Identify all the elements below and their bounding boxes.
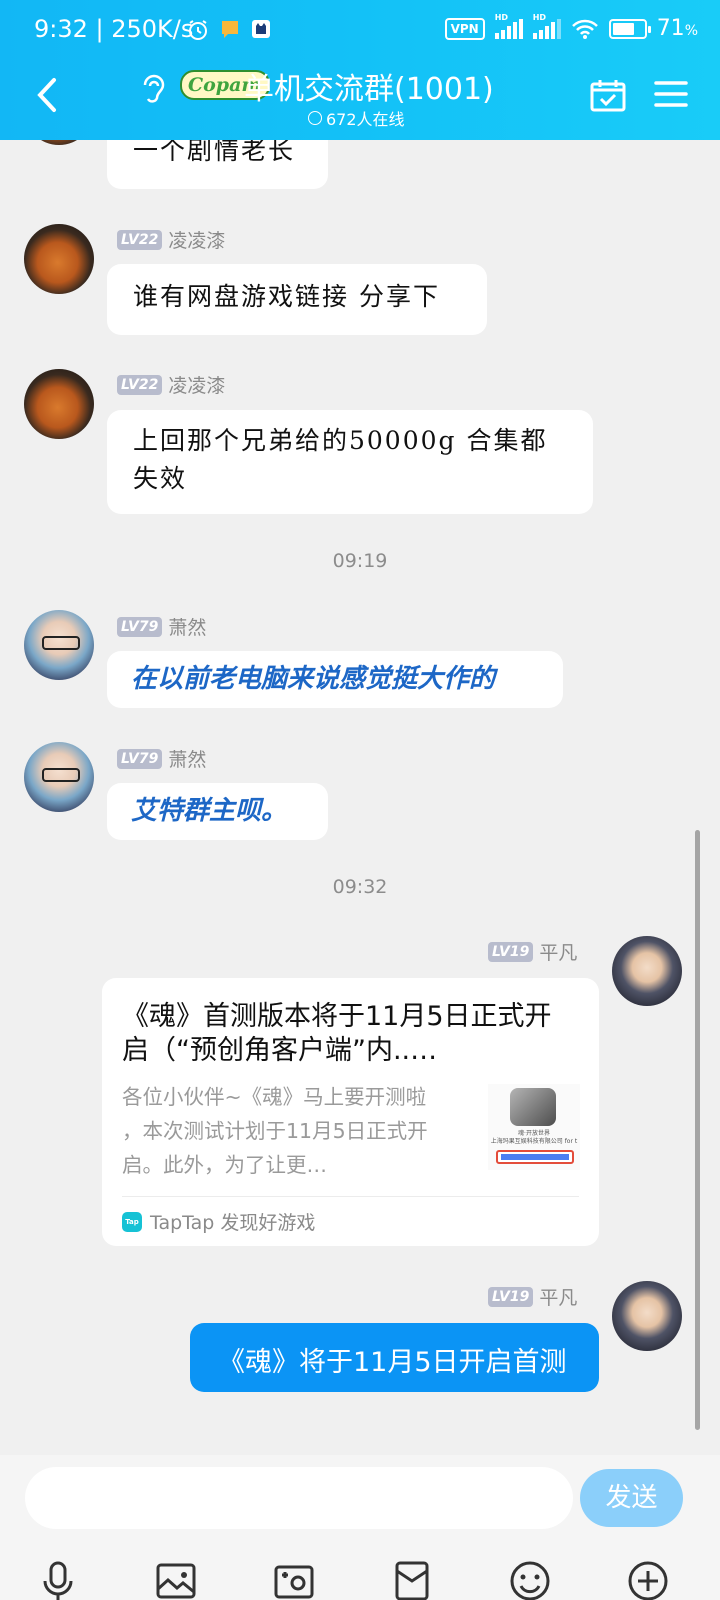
calendar-check-icon[interactable] [590, 78, 626, 112]
sender-name: 凌凌漆 [168, 230, 226, 252]
menu-icon[interactable] [654, 80, 688, 108]
image-icon[interactable] [154, 1559, 198, 1600]
message-list[interactable]: 一个剧情老长 LV22 凌凌漆 谁有网盘游戏链接 分享下 LV22 凌凌漆 上回… [0, 140, 720, 1455]
sender-name: 凌凌漆 [168, 375, 226, 397]
vpn-badge: VPN [444, 17, 485, 40]
status-right: VPN HD HD 71% [444, 13, 698, 41]
sender-info: LV22 凌凌漆 [117, 226, 225, 253]
taptap-icon: Tap [122, 1211, 142, 1232]
wifi-icon [571, 19, 598, 39]
card-thumbnail: 魂·开放世界 上海玛果互娱科技有限公司 for t [488, 1084, 580, 1170]
battery-icon [608, 18, 651, 39]
avatar[interactable] [24, 369, 94, 439]
message-bubble[interactable]: 谁有网盘游戏链接 分享下 [107, 264, 487, 335]
chat-header: 9:32 | 250K/s VPN HD HD 71% Copam 单机交流群(… [0, 0, 720, 140]
online-count: 672人在线 [308, 106, 405, 130]
message-bubble[interactable]: 艾特群主呗。 [107, 783, 328, 840]
signal-icon: HD [494, 13, 523, 39]
message-bubble[interactable]: 上回那个兄弟给的50000g 合集都 失效 [107, 410, 593, 514]
input-toolbar [0, 1507, 720, 1600]
back-icon[interactable] [30, 76, 64, 114]
sender-info: LV22 凌凌漆 [117, 371, 225, 398]
level-badge: LV19 [488, 1286, 534, 1307]
self-avatar[interactable] [612, 1281, 682, 1351]
card-description: 各位小伙伴~《魂》马上要开测啦 ，本次测试计划于11月5日正式开 启。此外，为了… [122, 1085, 428, 1177]
ear-icon [143, 74, 165, 103]
scrollbar[interactable] [695, 830, 700, 1430]
avatar[interactable] [24, 742, 94, 812]
level-badge: LV22 [117, 374, 163, 395]
sender-info: LV79 萧然 [117, 745, 206, 772]
sender-name: 平凡 [539, 942, 578, 964]
link-share-card[interactable]: 《魂》首测版本将于11月5日正式开 启（“预创角客户端”内..… 各位小伙伴~《… [102, 978, 599, 1246]
chat-title-area[interactable]: Copam 单机交流群(1001) 672人在线 [140, 64, 580, 134]
app-notification-icon [252, 20, 270, 38]
timestamp: 09:32 [332, 876, 388, 898]
red-packet-icon[interactable] [390, 1559, 434, 1600]
status-notification-icons [186, 18, 272, 42]
battery-percent: 71% [656, 16, 698, 41]
timestamp: 09:19 [332, 550, 388, 572]
avatar[interactable] [24, 140, 94, 145]
message-bubble[interactable]: 一个剧情老长 [107, 140, 328, 189]
status-bar: 9:32 | 250K/s VPN HD HD 71% [0, 0, 720, 62]
sender-info: LV79 萧然 [117, 613, 206, 640]
alarm-icon [189, 20, 207, 40]
camera-icon[interactable] [272, 1559, 316, 1600]
self-message-bubble[interactable]: 《魂》将于11月5日开启首测 [190, 1323, 599, 1392]
input-bar: 发送 [0, 1455, 720, 1600]
online-check-icon [308, 111, 322, 125]
mic-icon[interactable] [36, 1559, 80, 1600]
sender-name: 萧然 [168, 749, 207, 771]
avatar[interactable] [24, 224, 94, 294]
message-notification-icon [222, 21, 238, 38]
emoji-icon[interactable] [508, 1559, 552, 1600]
sender-name: 平凡 [539, 1287, 578, 1309]
plus-icon[interactable] [626, 1559, 670, 1600]
level-badge: LV79 [117, 616, 163, 637]
thumbnail-button-graphic [496, 1150, 574, 1164]
avatar[interactable] [24, 610, 94, 680]
chat-title: 单机交流群(1001) [244, 72, 494, 107]
divider [122, 1196, 579, 1197]
level-badge: LV79 [117, 748, 163, 769]
game-logo-icon [510, 1088, 556, 1126]
sender-info: LV19 平凡 [488, 1283, 577, 1310]
card-source: Tap TapTap 发现好游戏 [122, 1208, 315, 1235]
sender-name: 萧然 [168, 617, 207, 639]
level-badge: LV19 [488, 941, 534, 962]
self-avatar[interactable] [612, 936, 682, 1006]
message-bubble[interactable]: 在以前老电脑来说感觉挺大作的 [107, 651, 563, 708]
sender-info: LV19 平凡 [488, 938, 577, 965]
signal-icon: HD [532, 13, 561, 39]
level-badge: LV22 [117, 229, 163, 250]
status-time: 9:32 | 250K/s [34, 15, 194, 43]
card-title: 《魂》首测版本将于11月5日正式开 启（“预创角客户端”内..… [122, 1001, 552, 1066]
